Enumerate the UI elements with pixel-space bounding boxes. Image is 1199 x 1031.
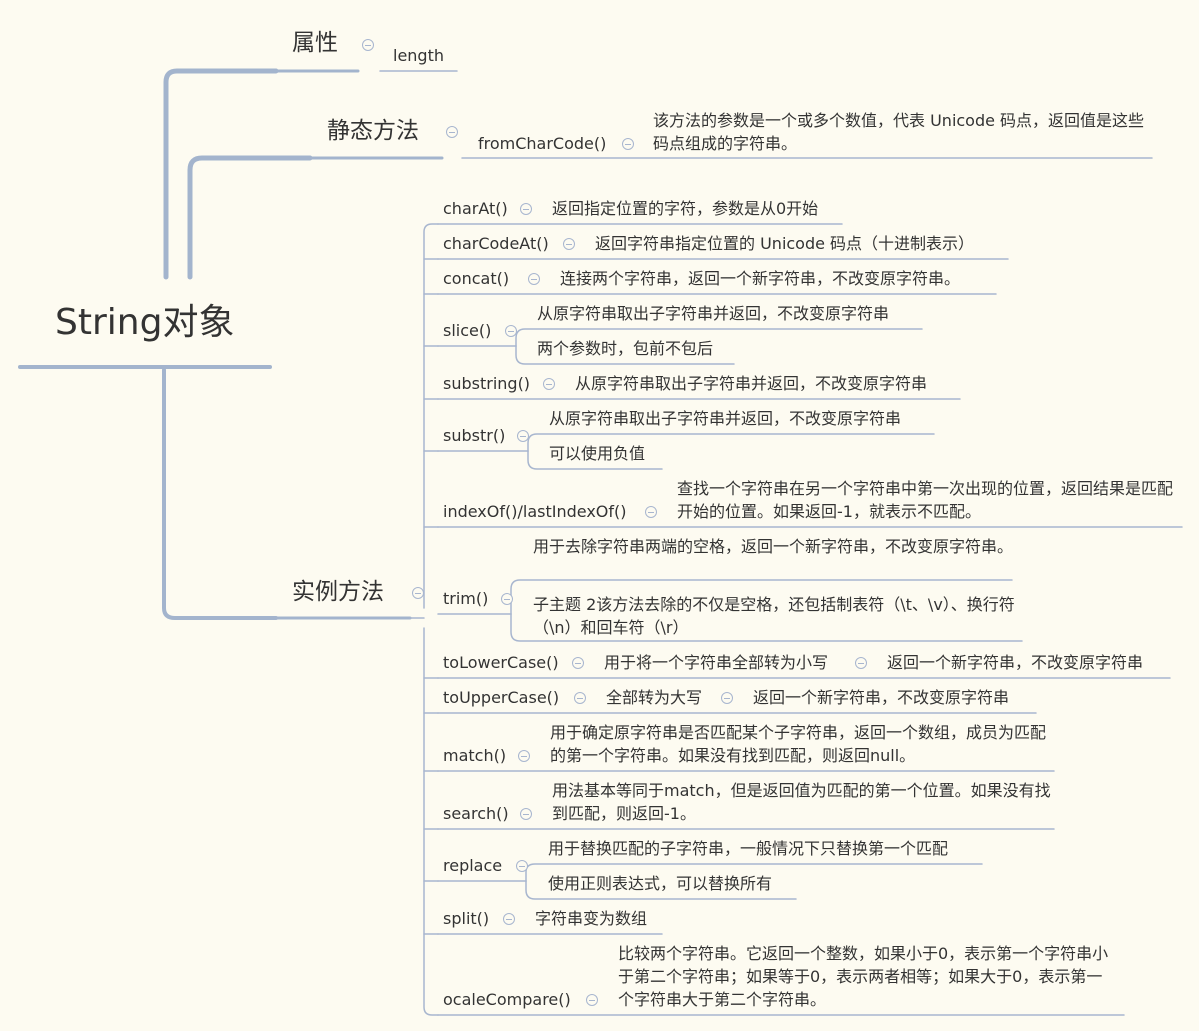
method-charcodeat[interactable]: charCodeAt() — [443, 232, 549, 255]
replace-desc-1[interactable]: 用于替换匹配的子字符串，一般情况下只替换第一个匹配 — [548, 837, 948, 860]
match-desc[interactable]: 用于确定原字符串是否匹配某个子字符串，返回一个数组，成员为匹配的第一个字符串。如… — [550, 721, 1050, 767]
property-length[interactable]: length — [393, 44, 444, 67]
touppercase-desc[interactable]: 全部转为大写 — [606, 686, 702, 709]
substr-desc-2[interactable]: 可以使用负值 — [549, 442, 645, 465]
method-concat[interactable]: concat() — [443, 267, 509, 290]
method-substring[interactable]: substring() — [443, 372, 530, 395]
trim-desc-1[interactable]: 用于去除字符串两端的空格，返回一个新字符串，不改变原字符串。 — [533, 535, 1013, 558]
collapse-icon[interactable] — [563, 238, 575, 250]
slice-desc-2[interactable]: 两个参数时，包前不包后 — [537, 337, 713, 360]
concat-desc[interactable]: 连接两个字符串，返回一个新字符串，不改变原字符串。 — [560, 267, 960, 290]
slice-desc-1[interactable]: 从原字符串取出子字符串并返回，不改变原字符串 — [537, 302, 889, 325]
method-match[interactable]: match() — [443, 744, 506, 767]
method-trim[interactable]: trim() — [443, 587, 488, 610]
method-slice[interactable]: slice() — [443, 319, 491, 342]
charcodeat-desc[interactable]: 返回字符串指定位置的 Unicode 码点（十进制表示） — [595, 232, 974, 255]
tolowercase-sub[interactable]: 返回一个新字符串，不改变原字符串 — [887, 651, 1143, 674]
collapse-icon[interactable] — [362, 39, 374, 51]
collapse-icon[interactable] — [572, 657, 584, 669]
split-desc[interactable]: 字符串变为数组 — [535, 907, 647, 930]
indexof-desc[interactable]: 查找一个字符串在另一个字符串中第一次出现的位置，返回结果是匹配开始的位置。如果返… — [677, 477, 1177, 523]
collapse-icon[interactable] — [622, 138, 634, 150]
collapse-icon[interactable] — [505, 325, 517, 337]
collapse-icon[interactable] — [855, 657, 867, 669]
charat-desc[interactable]: 返回指定位置的字符，参数是从0开始 — [552, 197, 818, 220]
method-touppercase[interactable]: toUpperCase() — [443, 686, 559, 709]
search-desc[interactable]: 用法基本等同于match，但是返回值为匹配的第一个位置。如果没有找到匹配，则返回… — [552, 779, 1052, 825]
method-search[interactable]: search() — [443, 802, 509, 825]
method-fromcharcode[interactable]: fromCharCode() — [478, 132, 606, 155]
branch-properties-label[interactable]: 属性 — [292, 28, 338, 58]
collapse-icon[interactable] — [503, 913, 515, 925]
method-replace[interactable]: replace — [443, 854, 502, 877]
collapse-icon[interactable] — [518, 750, 530, 762]
trim-desc-2[interactable]: 子主题 2该方法去除的不仅是空格，还包括制表符（\t、\v）、换行符（\n）和回… — [533, 593, 1021, 639]
collapse-icon[interactable] — [412, 587, 424, 599]
collapse-icon[interactable] — [586, 994, 598, 1006]
collapse-icon[interactable] — [517, 430, 529, 442]
fromcharcode-desc[interactable]: 该方法的参数是一个或多个数值，代表 Unicode 码点，返回值是这些码点组成的… — [653, 109, 1148, 155]
substr-desc-1[interactable]: 从原字符串取出子字符串并返回，不改变原字符串 — [549, 407, 901, 430]
method-substr[interactable]: substr() — [443, 424, 505, 447]
collapse-icon[interactable] — [574, 692, 586, 704]
collapse-icon[interactable] — [520, 808, 532, 820]
method-charat[interactable]: charAt() — [443, 197, 508, 220]
method-localecompare[interactable]: ocaleCompare() — [443, 988, 571, 1011]
collapse-icon[interactable] — [645, 506, 657, 518]
tolowercase-desc[interactable]: 用于将一个字符串全部转为小写 — [604, 651, 828, 674]
substring-desc[interactable]: 从原字符串取出子字符串并返回，不改变原字符串 — [575, 372, 927, 395]
collapse-icon[interactable] — [516, 860, 528, 872]
localecompare-desc[interactable]: 比较两个字符串。它返回一个整数，如果小于0，表示第一个字符串小于第二个字符串；如… — [618, 942, 1118, 1011]
method-tolowercase[interactable]: toLowerCase() — [443, 651, 559, 674]
collapse-icon[interactable] — [721, 692, 733, 704]
branch-instance-methods-label[interactable]: 实例方法 — [292, 577, 384, 607]
root-topic[interactable]: String对象 — [55, 301, 234, 345]
method-split[interactable]: split() — [443, 907, 489, 930]
collapse-icon[interactable] — [528, 273, 540, 285]
collapse-icon[interactable] — [446, 126, 458, 138]
touppercase-sub[interactable]: 返回一个新字符串，不改变原字符串 — [753, 686, 1009, 709]
collapse-icon[interactable] — [501, 593, 513, 605]
collapse-icon[interactable] — [520, 203, 532, 215]
replace-desc-2[interactable]: 使用正则表达式，可以替换所有 — [548, 872, 772, 895]
collapse-icon[interactable] — [543, 378, 555, 390]
method-indexof[interactable]: indexOf()/lastIndexOf() — [443, 500, 627, 523]
branch-static-methods-label[interactable]: 静态方法 — [327, 116, 419, 146]
